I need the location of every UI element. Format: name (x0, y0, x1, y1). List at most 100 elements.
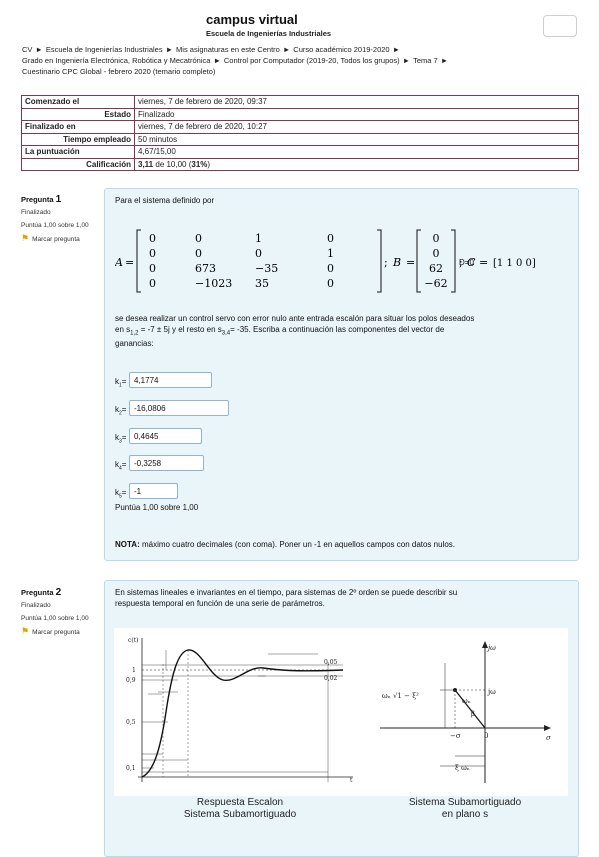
subscript: 4 (119, 465, 122, 472)
table-row: Finalizado en viernes, 7 de febrero de 2… (21, 120, 579, 134)
breadcrumb-link[interactable]: Curso académico 2019-2020 (293, 45, 389, 54)
question-text-line: se desea realizar un control servo con e… (115, 314, 475, 323)
matrix-a-cell: 0 (255, 247, 262, 260)
gain-input[interactable] (129, 372, 212, 388)
d-label: D=0 (459, 258, 474, 267)
summary-label: La puntuación (21, 145, 135, 159)
gain-input[interactable] (129, 455, 204, 471)
matrix-a-cell: 0 (327, 232, 334, 245)
summary-label: Calificación (21, 157, 135, 171)
matrix-a-cell: 0 (195, 247, 202, 260)
question-points: Puntúa 1,00 sobre 1,00 (21, 615, 89, 622)
question-info: Pregunta 2 Finalizado Puntúa 1,00 sobre … (21, 588, 99, 641)
svg-text:=: = (125, 256, 134, 269)
figure-caption: Respuesta Escalon Sistema Subamortiguado (170, 797, 310, 821)
figure-caption: Sistema Subamortiguado en plano s (395, 797, 535, 821)
breadcrumb: CV ► Escuela de Ingenierías Industriales ► M… (22, 44, 582, 77)
flag-question-button[interactable]: ⚑ Marcar pregunta (21, 234, 99, 244)
svg-text:β: β (471, 710, 475, 718)
question-number: Pregunta 1 (21, 194, 99, 205)
summary-label: Finalizado en (21, 120, 135, 134)
svg-text:0: 0 (484, 732, 488, 740)
flag-icon: ⚑ (21, 626, 30, 636)
table-row: Calificación 3,11 de 10,00 (31%) (21, 157, 579, 171)
svg-text:t: t (350, 777, 353, 784)
svg-text:=: = (406, 256, 415, 269)
matrix-a-cell: 1 (327, 247, 334, 260)
summary-value: viernes, 7 de febrero de 2020, 10:27 (134, 120, 579, 134)
question-status: Finalizado (21, 209, 51, 216)
breadcrumb-link[interactable]: Control por Computador (2019-20, Todos l… (224, 56, 400, 65)
question-number: Pregunta 2 (21, 587, 99, 598)
question-text-line: ganancias: (115, 338, 154, 348)
note-text: máximo cuatro decimales (con coma). Pone… (139, 540, 456, 549)
summary-label: Estado (21, 107, 135, 121)
flag-question-button[interactable]: ⚑ Marcar pregunta (21, 627, 99, 637)
svg-text:ωₙ √1 − ξ²: ωₙ √1 − ξ² (382, 692, 419, 700)
site-title[interactable]: campus virtual (206, 12, 298, 27)
breadcrumb-separator-icon: ► (440, 56, 449, 65)
gain-input[interactable] (129, 483, 178, 499)
text-fragment: = -7 ± 5j y el resto en s (138, 324, 222, 334)
table-row: La puntuación 4,67/15,00 (21, 145, 579, 159)
subscript: 3 (119, 438, 122, 445)
breadcrumb-link[interactable]: Tema 7 (413, 56, 438, 65)
svg-text:c(t): c(t) (128, 637, 138, 644)
matrix-a-cell: 673 (195, 262, 216, 275)
subscript: 1 (119, 382, 122, 389)
question-points: Puntúa 1,00 sobre 1,00 (21, 222, 89, 229)
summary-value: 3,11 de 10,00 (31%) (134, 157, 579, 171)
question-label: Pregunta (21, 588, 54, 597)
gain-field-k1: k1= (115, 372, 212, 389)
question-number-value: 1 (55, 194, 62, 205)
gain-field-k3: k3= (115, 428, 202, 445)
summary-value: viernes, 7 de febrero de 2020, 09:37 (134, 95, 579, 109)
summary-label: Tiempo empleado (21, 132, 135, 146)
summary-value: 50 minutos (134, 132, 579, 146)
table-row: Tiempo empleado 50 minutos (21, 132, 579, 146)
breadcrumb-separator-icon: ► (392, 45, 401, 54)
text-fragment: = -35. Escriba a continuación las compon… (230, 324, 445, 334)
matrix-b-cell: 62 (429, 262, 443, 275)
breadcrumb-link[interactable]: Escuela de Ingenierías Industriales (46, 45, 163, 54)
table-row: Estado Finalizado (21, 107, 579, 121)
matrix-b-cell: −62 (424, 277, 447, 290)
s-plane-figure: jω σ jω ωₙ √1 − ξ² ωₙ β −σ 0 ξ ωₙ (380, 641, 551, 783)
caption-line: Respuesta Escalon (196, 797, 284, 808)
svg-text:A: A (115, 256, 123, 269)
svg-text:ωₙ: ωₙ (462, 697, 471, 705)
matrix-a-cell: 35 (255, 277, 269, 290)
question-label: Pregunta (21, 195, 54, 204)
svg-text:;: ; (384, 256, 388, 269)
svg-text:0,05: 0,05 (324, 659, 338, 666)
page-header: campus virtual Escuela de Ingenierías In… (0, 0, 599, 38)
question-text-line: En sistemas lineales e invariantes en el… (115, 588, 458, 597)
svg-text:0,9: 0,9 (126, 677, 136, 684)
gain-field-k5: k5= (115, 483, 178, 500)
breadcrumb-link[interactable]: Grado en Ingeniería Electrónica, Robótic… (22, 56, 210, 65)
grade-text-end: ) (207, 159, 211, 169)
matrix-a-cell: −35 (255, 262, 278, 275)
matrix-a-cell: 0 (149, 247, 156, 260)
question-paragraph: se desea realizar un control servo con e… (115, 314, 474, 349)
svg-text:1: 1 (132, 667, 136, 674)
summary-label: Comenzado el (21, 95, 135, 109)
flag-icon: ⚑ (21, 233, 30, 243)
subscript: 5 (119, 493, 122, 500)
svg-text:σ: σ (546, 734, 551, 742)
subscript: 2 (119, 410, 122, 417)
summary-value: Finalizado (134, 107, 579, 121)
breadcrumb-link[interactable]: CV (22, 45, 32, 54)
text-fragment: en s (115, 324, 131, 334)
gain-input[interactable] (129, 400, 229, 416)
svg-text:=: = (479, 256, 488, 269)
gain-input[interactable] (129, 428, 202, 444)
svg-text:jω: jω (487, 688, 496, 696)
question-number-value: 2 (55, 587, 62, 598)
menu-button[interactable] (543, 15, 577, 37)
matrix-a-cell: 0 (149, 262, 156, 275)
breadcrumb-link[interactable]: Cuestinario CPC Global - febrero 2020 (t… (22, 67, 215, 76)
breadcrumb-separator-icon: ► (213, 56, 221, 65)
question-paragraph: En sistemas lineales e invariantes en el… (115, 588, 457, 609)
breadcrumb-link[interactable]: Mis asignaturas en este Centro (176, 45, 280, 54)
